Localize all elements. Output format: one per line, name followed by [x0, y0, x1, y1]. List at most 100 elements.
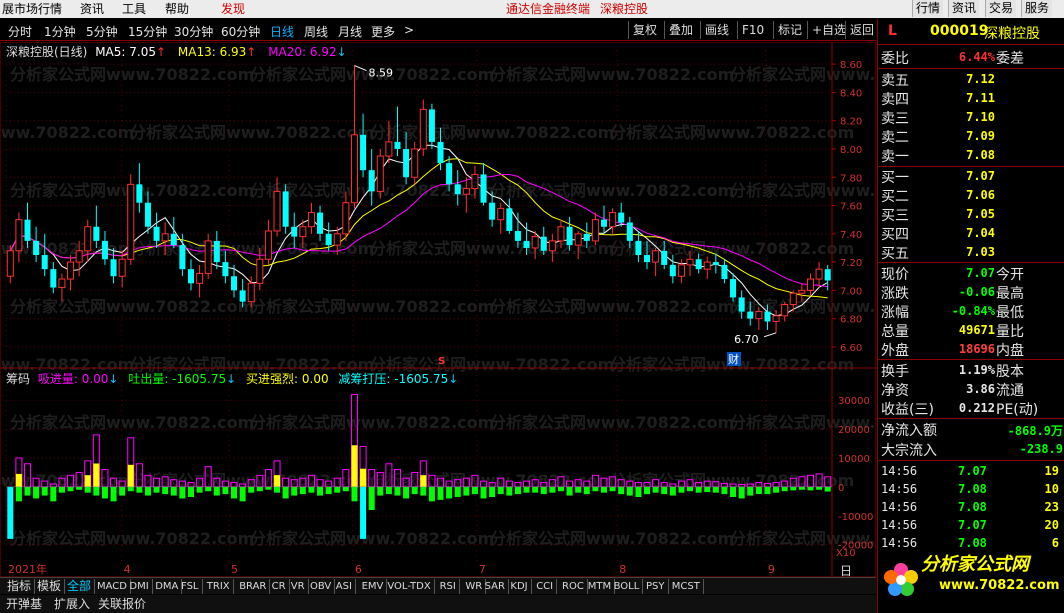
indicator-tab[interactable]: ROC [559, 579, 588, 594]
candle-body-up [15, 219, 23, 252]
candle-body-down [144, 202, 151, 227]
outflow-bar [187, 486, 195, 497]
kline-chart[interactable]: 分析家公式网www.70822.com分析家公式网www.70822.com分析… [0, 42, 876, 577]
outflow-bar [669, 486, 676, 496]
btn-add-watchlist[interactable]: +自选 [807, 21, 846, 39]
row-label: 净资 [881, 383, 909, 399]
row-label: 买三 [881, 208, 909, 224]
subtab-0[interactable]: 开弹基 [6, 595, 42, 612]
indicator-tab[interactable]: VR [288, 579, 309, 594]
btn-news[interactable]: 资讯 [948, 0, 980, 17]
candle-body-down [506, 208, 513, 231]
panel-row: 卖一 7.08 [878, 146, 1064, 165]
outflow-bar [652, 486, 659, 493]
btn-diejia[interactable]: 叠加 [664, 21, 693, 39]
btn-fuquan[interactable]: 复权 [628, 21, 657, 39]
indicator-tab[interactable]: CCI [533, 579, 558, 594]
indicator-tab[interactable]: VOL-TDX [384, 579, 435, 594]
chevron-right-icon[interactable]: > [404, 23, 414, 37]
watermark-text: 分析家公式网www.70822.com [10, 65, 254, 84]
outflow-bar [635, 486, 642, 497]
btn-biaoji[interactable]: 标记 [773, 21, 802, 39]
indicator-tab[interactable]: MCST [669, 579, 704, 594]
menu-info[interactable]: 资讯 [80, 1, 104, 17]
subtab-2[interactable]: 关联报价 [98, 595, 146, 612]
indicator-tab[interactable]: 指标 [4, 579, 36, 594]
candle-body-up [652, 250, 660, 263]
period-fenshi[interactable]: 分时 [8, 23, 32, 40]
outflow-bar [170, 486, 177, 496]
period-5min[interactable]: 5分钟 [86, 23, 118, 40]
indicator-tab[interactable]: OBV [307, 579, 336, 594]
btn-trade[interactable]: 交易 [985, 0, 1017, 17]
candle-body-down [317, 212, 324, 234]
indicator-tab[interactable]: ASI [333, 579, 356, 594]
subtab-1[interactable]: 扩展入 [54, 595, 90, 612]
period-1min[interactable]: 1分钟 [44, 23, 76, 40]
candle-body-up [557, 226, 565, 242]
candle-body-down [33, 240, 40, 256]
indicator-tab[interactable]: BRAR [236, 579, 271, 594]
indicator-tab[interactable]: KDJ [507, 579, 532, 594]
panel-row: 换手 1.19% 股本 [878, 361, 1064, 380]
btn-quote[interactable]: 行情 [912, 0, 944, 17]
tick-row: 14:56 7.08 10 [878, 481, 1064, 499]
tick-time: 14:56 [881, 518, 918, 532]
candle-body-down [824, 269, 831, 281]
indicator-tab[interactable]: CR [269, 579, 290, 594]
outflow-bar [506, 486, 513, 496]
menu-discover[interactable]: 发现 [221, 1, 245, 17]
row-label: 买五 [881, 246, 909, 262]
period-15min[interactable]: 15分钟 [128, 23, 167, 40]
menu-tools[interactable]: 工具 [122, 1, 146, 17]
period-30min[interactable]: 30分钟 [174, 23, 213, 40]
outflow-bar [626, 486, 633, 496]
indicator-tab[interactable]: SAR [482, 579, 509, 594]
tick-row: 14:56 7.07 20 [878, 517, 1064, 535]
outflow-bar [514, 486, 521, 495]
outflow-bar [816, 486, 823, 490]
indicator-tab[interactable]: FSL [178, 579, 203, 594]
period-60min[interactable]: 60分钟 [221, 23, 260, 40]
tick-price: 7.07 [958, 464, 987, 478]
indicator-tab[interactable]: EMV [359, 579, 388, 594]
menu-market[interactable]: 展市场行情 [2, 1, 62, 17]
candle-body-down [454, 184, 461, 195]
indicator-tab[interactable]: 全部 [64, 579, 96, 594]
period-weekly[interactable]: 周线 [304, 23, 328, 40]
indicator-tab[interactable]: BOLL [611, 579, 644, 594]
main-legend: 深粮控股(日线) MA5: 7.05↑ MA13: 6.93↑ MA20: 6.… [6, 43, 347, 60]
indicator-tab[interactable]: TRIX [204, 579, 234, 594]
outflow-bar [110, 486, 117, 502]
candle-body-up [462, 188, 470, 195]
row-label: 涨幅 [881, 305, 909, 321]
candle-body-down [24, 219, 31, 241]
watermark-text: 分析家公式网www.70822.com [490, 65, 734, 84]
btn-back[interactable]: 返回 [845, 21, 874, 39]
btn-huaxian[interactable]: 画线 [700, 21, 729, 39]
x-axis-label: 4 [124, 563, 131, 576]
indicator-tab[interactable]: PSY [643, 579, 669, 594]
candle-body-down [695, 259, 702, 270]
period-monthly[interactable]: 月线 [338, 23, 362, 40]
panel-row: 卖二 7.09 [878, 127, 1064, 146]
menu-help[interactable]: 帮助 [165, 1, 189, 17]
candle-body-down [394, 141, 401, 149]
candle-body-down [566, 226, 573, 246]
outflow-bar [274, 486, 281, 493]
period-daily[interactable]: 日线 [270, 23, 294, 40]
outflow-bar [144, 486, 151, 496]
indicator-tab[interactable]: DMI [126, 579, 153, 594]
outflow-bar [523, 486, 530, 493]
outflow-bar [308, 486, 315, 493]
candle-body-down [480, 174, 487, 203]
period-more[interactable]: 更多 [371, 23, 395, 40]
candle-body-down [738, 297, 745, 312]
btn-service[interactable]: 服务 [1021, 0, 1053, 17]
indicator-tab[interactable]: 模板 [34, 579, 66, 594]
flow-row: 净流入额 -868.9万 [878, 420, 1064, 439]
indicator-tab[interactable]: RSI [437, 579, 460, 594]
candle-body-down [222, 262, 229, 277]
btn-f10[interactable]: F10 [737, 21, 764, 39]
outflow-bar [127, 486, 134, 492]
